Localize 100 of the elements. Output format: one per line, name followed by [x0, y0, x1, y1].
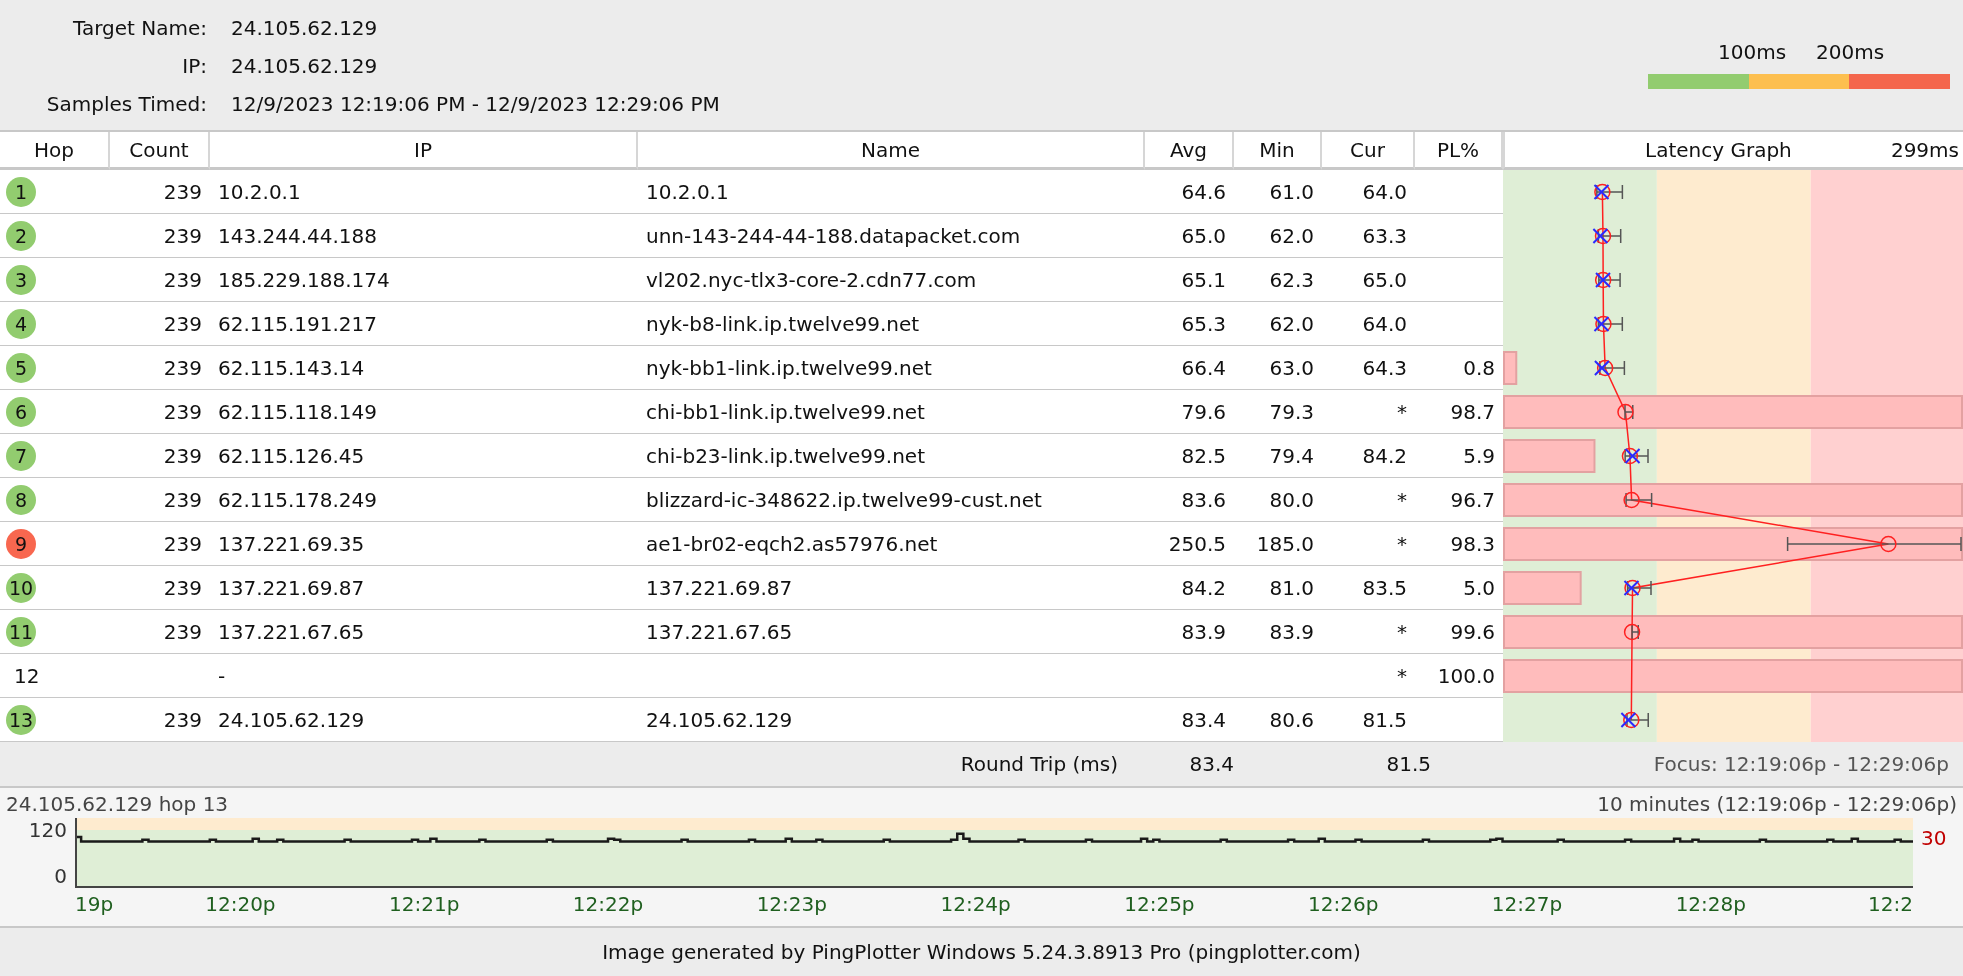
column-header[interactable]: IP [210, 132, 638, 170]
table-cell: 137.221.67.65 [646, 619, 793, 644]
table-cell: 62.3 [1269, 267, 1314, 292]
table-cell: 62.115.126.45 [218, 443, 365, 468]
range-whisker [1597, 316, 1624, 332]
latency-marker [1621, 447, 1641, 465]
latency-marker [1592, 227, 1612, 245]
table-cell: 239 [163, 531, 202, 556]
table-cell: * [1397, 619, 1407, 644]
table-cell: 63.3 [1362, 223, 1407, 248]
table-cell: 185.229.188.174 [218, 267, 390, 292]
table-cell: 81.5 [1362, 707, 1407, 732]
range-whisker [1597, 228, 1622, 244]
table-cell: 239 [163, 575, 202, 600]
legend-label: 200ms [1816, 40, 1885, 64]
table-cell: 239 [163, 311, 202, 336]
hop-badge: 2 [6, 220, 36, 251]
range-whisker [1624, 448, 1649, 464]
column-header[interactable]: Avg [1145, 132, 1234, 170]
table-cell: 79.4 [1269, 443, 1314, 468]
table-cell: 64.3 [1362, 355, 1407, 380]
table-cell: chi-bb1-link.ip.twelve99.net [646, 399, 925, 424]
table-cell: 239 [163, 223, 202, 248]
table-cell: * [1397, 399, 1407, 424]
table-cell: 250.5 [1168, 531, 1226, 556]
table-cell: 79.6 [1181, 399, 1226, 424]
table-cell: 83.6 [1181, 487, 1226, 512]
footer-note: Image generated by PingPlotter Windows 5.24.3.8913 Pro (pingplotter.com) [602, 940, 1361, 964]
table-cell: 98.3 [1450, 531, 1495, 556]
latency-marker [1593, 359, 1614, 377]
latency-marker [1594, 271, 1612, 289]
table-cell: 137.221.69.87 [646, 575, 793, 600]
column-header[interactable]: Name [638, 132, 1145, 170]
table-cell: 84.2 [1181, 575, 1226, 600]
table-row[interactable]: 12 - * 100.0 [0, 654, 1503, 698]
table-cell: 24.105.62.129 [646, 707, 793, 732]
table-cell: 80.0 [1269, 487, 1314, 512]
table-cell: unn-143-244-44-188.datapacket.com [646, 223, 1021, 248]
hop-badge: 8 [6, 484, 36, 515]
x-axis-label: 12:28p [1675, 892, 1746, 916]
hop-badge: 3 [6, 264, 36, 295]
table-row[interactable]: 7 239 62.115.126.45 chi-b23-link.ip.twelve99.net 82.5 79.4 84.2 5.9 [0, 434, 1503, 478]
table-cell: 24.105.62.129 [218, 707, 365, 732]
table-cell: 239 [163, 619, 202, 644]
table-cell: - [218, 663, 226, 688]
scale-max-label: 299ms [1890, 137, 1959, 162]
table-row[interactable]: 6 239 62.115.118.149 chi-bb1-link.ip.twelve99.net 79.6 79.3 * 98.7 [0, 390, 1503, 434]
table-cell: 0.8 [1463, 355, 1495, 380]
table-cell: 62.0 [1269, 223, 1314, 248]
column-header[interactable]: Hop [0, 132, 110, 170]
table-cell: 143.244.44.188 [218, 223, 378, 248]
table-cell: 137.221.69.87 [218, 575, 365, 600]
latency-marker [1880, 535, 1897, 553]
x-axis-label: 12:23p [756, 892, 827, 916]
table-cell: 82.5 [1181, 443, 1226, 468]
table-row[interactable]: 11 239 137.221.67.65 137.221.67.65 83.9 83.9 * 99.6 [0, 610, 1503, 654]
latency-marker [1593, 183, 1611, 201]
range-whisker [1625, 492, 1653, 508]
table-cell: 80.6 [1269, 707, 1314, 732]
table-cell: 239 [163, 355, 202, 380]
legend-label: 100ms [1718, 40, 1787, 64]
table-cell: 98.7 [1450, 399, 1495, 424]
table-cell: 239 [163, 179, 202, 204]
column-header[interactable]: Count [110, 132, 210, 170]
table-row[interactable]: 8 239 62.115.178.249 blizzard-ic-348622.ip.twelve99-cust.net 83.6 80.0 * 96.7 [0, 478, 1503, 522]
field-value: 24.105.62.129 [231, 54, 379, 78]
column-header[interactable]: PL% [1415, 132, 1503, 170]
table-row[interactable]: 1 239 10.2.0.1 10.2.0.1 64.6 61.0 64.0 [0, 170, 1503, 214]
column-header[interactable]: Min [1234, 132, 1322, 170]
table-row[interactable]: 9 239 137.221.69.35 ae1-br02-eqch2.as57976.net 250.5 185.0 * 98.3 [0, 522, 1503, 566]
column-header[interactable]: Cur [1322, 132, 1415, 170]
hop-badge: 1 [6, 176, 36, 207]
hop-badge: 5 [6, 352, 36, 383]
table-cell-text: 83.4 [1188, 752, 1234, 776]
table-row[interactable]: 5 239 62.115.143.14 nyk-bb1-link.ip.twelve99.net 66.4 63.0 64.3 0.8 [0, 346, 1503, 390]
x-axis-label: 12:2 [1868, 892, 1913, 916]
round-trip-label: Round Trip (ms) [959, 752, 1118, 776]
x-axis-label: 12:27p [1491, 892, 1563, 916]
table-row[interactable]: 10 239 137.221.69.87 137.221.69.87 84.2 81.0 83.5 5.0 [0, 566, 1503, 610]
table-cell: 62.115.191.217 [218, 311, 378, 336]
table-cell: 61.0 [1269, 179, 1314, 204]
hop-badge: 4 [6, 308, 36, 339]
table-cell: 62.0 [1269, 311, 1314, 336]
table-row[interactable]: 4 239 62.115.191.217 nyk-b8-link.ip.twelve99.net 65.3 62.0 64.0 [0, 302, 1503, 346]
table-cell: 239 [163, 267, 202, 292]
table-row[interactable]: 3 239 185.229.188.174 vl202.nyc-tlx3-core-2.cdn77.com 65.1 62.3 65.0 [0, 258, 1503, 302]
range-whisker [1626, 580, 1652, 596]
table-cell: 66.4 [1181, 355, 1226, 380]
table-cell: 239 [163, 399, 202, 424]
y-axis-label: 0 [54, 864, 67, 888]
table-row[interactable]: 2 239 143.244.44.188 unn-143-244-44-188.datapacket.com 65.0 62.0 63.3 [0, 214, 1503, 258]
hop-badge: 9 [6, 528, 36, 559]
field-label: IP: [181, 54, 207, 78]
latency-marker [1593, 315, 1612, 333]
field-label: Target Name: [72, 16, 207, 40]
hop-badge: 6 [6, 396, 36, 427]
table-cell: 79.3 [1269, 399, 1314, 424]
table-cell: 137.221.69.35 [218, 531, 365, 556]
x-axis-label: 12:24p [940, 892, 1011, 916]
latency-marker [1623, 579, 1641, 597]
